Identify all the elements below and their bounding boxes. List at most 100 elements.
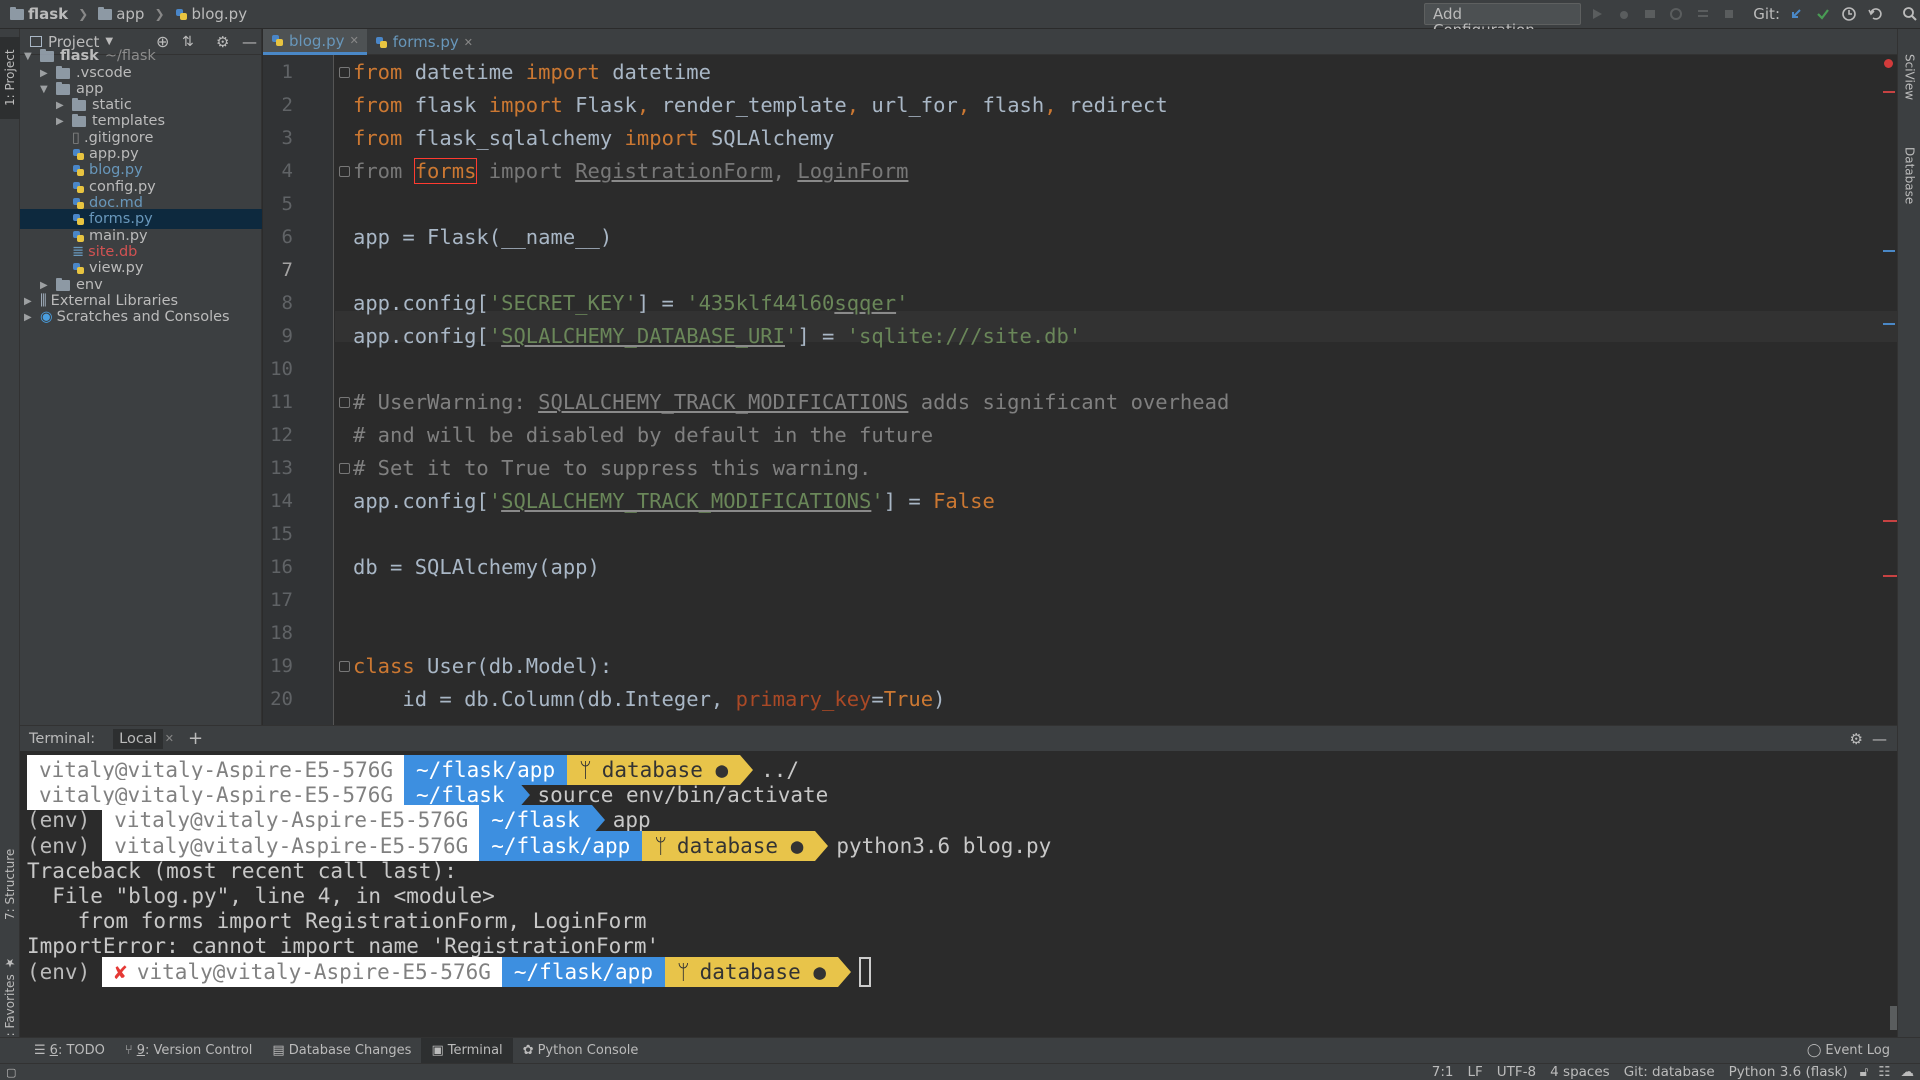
code-line-2: from flask import Flask, render_template… [353,93,1168,117]
caret-position[interactable]: 7:1 [1432,1064,1454,1080]
collapse-arrow-icon[interactable]: ▶ [40,68,50,79]
tree-item-scratches-and-consoles[interactable]: ▶ ◉ Scratches and Consoles [20,307,262,327]
prompt-user: vitaly@vitaly-Aspire-E5-576G [114,833,469,858]
event-log-icon: ◯ [1806,1043,1822,1058]
folder-icon [10,6,24,20]
close-icon[interactable]: ✕ [350,34,359,47]
line-number: 9 [281,325,293,347]
git-branch-icon: ᛘ [676,959,690,984]
code-line-3: from flask_sqlalchemy import SQLAlchemy [353,126,835,150]
tool-window-bar: ☰ 6: TODO ⑂ 9: Version Control ▤ Database C… [0,1037,1920,1064]
fold-marker-icon[interactable] [339,661,350,672]
python-file-icon [72,148,85,161]
terminal-scrollbar[interactable] [1890,1006,1897,1030]
collapse-arrow-icon[interactable]: ▶ [24,312,34,323]
breadcrumb-file[interactable]: blog.py [192,5,248,23]
concurrency-icon[interactable] [1692,3,1712,25]
code-line-14: app.config['SQLALCHEMY_TRACK_MODIFICATIO… [353,489,995,513]
version-control-tool-button[interactable]: ⑂ 9: Version Control [115,1038,263,1064]
warning-mark[interactable] [1883,520,1897,522]
folder-icon [40,48,54,62]
tab-blog-py[interactable]: blog.py ✕ [263,29,367,55]
breadcrumb-folder[interactable]: app [116,5,144,23]
expand-arrow-icon[interactable]: ▼ [40,84,50,95]
tree-item-path: ~/flask [104,48,156,64]
fold-marker-icon[interactable] [339,463,350,474]
line-number: 7 [281,259,293,281]
inspection-icon[interactable]: ☷ [1878,1064,1890,1080]
code-line-16: db = SQLAlchemy(app) [353,555,600,579]
close-icon[interactable]: ✕ [464,36,473,49]
prompt-path-segment: ~/flask/app [479,830,643,861]
tree-item-label: flask [60,48,99,64]
collapse-arrow-icon[interactable]: ▶ [40,280,50,291]
run-icon[interactable] [1587,3,1607,25]
tool-windows-toggle-icon[interactable]: ▢ [6,1066,16,1079]
database-tool-tab[interactable]: Database [1898,121,1920,231]
terminal-cursor[interactable] [859,956,872,987]
code-editor[interactable]: 1 2 3 4 5 6 7 8 9 10 11 12 13 14 15 16 17 18 19 20 from dat… [263,55,1897,725]
hide-icon[interactable]: — [1872,730,1887,748]
git-update-icon[interactable] [1786,3,1806,25]
sciview-tool-tab[interactable]: SciView [1898,37,1920,117]
close-icon[interactable]: ✕ [165,732,174,745]
lock-icon[interactable]: 🔓︎ [1860,1064,1869,1080]
tab-forms-py[interactable]: forms.py ✕ [367,29,481,55]
project-tool-tab[interactable]: 1: Project [0,37,20,119]
terminal-tool-button[interactable]: ▣ Terminal [421,1037,513,1064]
chevron-right-icon: ❯ [78,7,89,21]
change-mark[interactable] [1883,250,1895,252]
fold-marker-icon[interactable] [339,67,350,78]
python-interpreter[interactable]: Python 3.6 (flask) [1729,1064,1848,1080]
line-number: 10 [270,358,293,380]
gear-icon[interactable]: ⚙ [1850,730,1863,748]
git-history-icon[interactable] [1839,3,1859,25]
structure-tool-tab[interactable]: 7: Structure [0,829,20,939]
error-mark[interactable] [1883,91,1895,93]
git-revert-icon[interactable] [1865,3,1885,25]
terminal-tab-local[interactable]: Local [113,728,163,749]
tree-item-label: templates [92,113,166,129]
indent-setting[interactable]: 4 spaces [1550,1064,1610,1080]
status-bar: ▢ 7:1 LF UTF-8 4 spaces Git: database Py… [0,1063,1920,1080]
collapse-arrow-icon[interactable]: ▶ [56,116,66,127]
new-terminal-icon[interactable]: + [188,728,203,749]
debug-icon[interactable] [1613,3,1633,25]
git-branch[interactable]: Git: database [1624,1064,1715,1080]
line-number: 17 [270,589,293,611]
code-line-19: class User(db.Model): [353,654,613,678]
change-mark[interactable] [1883,323,1895,325]
notifications-icon[interactable]: ☁ [1901,1064,1915,1080]
python-file-icon [72,230,85,243]
stop-icon[interactable] [1719,3,1739,25]
todo-tool-button[interactable]: ☰ 6: TODO [24,1038,115,1064]
file-encoding[interactable]: UTF-8 [1497,1064,1536,1080]
fold-marker-icon[interactable] [339,166,350,177]
profile-icon[interactable] [1666,3,1686,25]
prompt-arrow [815,830,829,861]
venv-label: (env) [27,833,91,858]
warning-mark[interactable] [1883,575,1897,577]
line-number-gutter: 1 2 3 4 5 6 7 8 9 10 11 12 13 14 15 16 17 18 19 20 [263,55,334,725]
terminal-output[interactable]: vitaly@vitaly-Aspire-E5-576G ~/flask/app ᛘ… [20,751,1897,1037]
event-log-button[interactable]: ◯ Event Log [1797,1038,1900,1064]
prompt-user: vitaly@vitaly-Aspire-E5-576G [39,783,394,808]
expand-arrow-icon[interactable]: ▼ [24,51,34,62]
add-configuration-button[interactable]: Add Configuration... [1424,3,1581,38]
collapse-arrow-icon[interactable]: ▶ [56,100,66,111]
fold-marker-icon[interactable] [339,397,350,408]
line-number: 8 [281,292,293,314]
error-stripe-icon[interactable] [1884,59,1893,68]
line-number: 4 [281,160,293,182]
python-console-tool-button[interactable]: ✿ Python Console [513,1038,649,1064]
coverage-icon[interactable] [1640,3,1660,25]
git-commit-icon[interactable] [1812,3,1832,25]
search-icon[interactable] [1900,3,1920,25]
collapse-arrow-icon[interactable]: ▶ [24,296,34,307]
database-changes-tool-button[interactable]: ▤ Database Changes [262,1038,421,1064]
code-line-9: app.config['SQLALCHEMY_DATABASE_URI'] = … [353,324,1082,348]
prompt-git-segment: ᛘ database ● [642,830,816,861]
line-separator[interactable]: LF [1468,1064,1483,1080]
breadcrumb-root[interactable]: flask [28,5,68,23]
line-number: 6 [281,226,293,248]
